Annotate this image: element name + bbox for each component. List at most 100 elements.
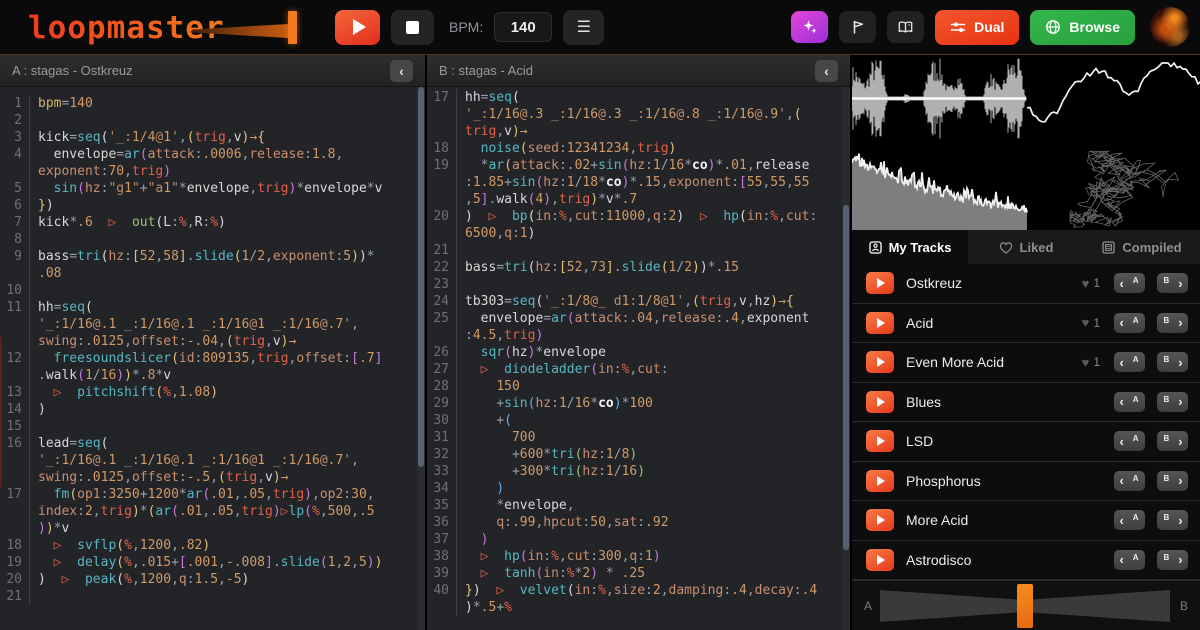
load-deck-b-button[interactable]: B›	[1157, 550, 1188, 570]
track-row[interactable]: Astrodisco‹AB›	[852, 541, 1200, 581]
play-icon	[877, 397, 885, 407]
load-deck-a-button[interactable]: ‹A	[1114, 510, 1145, 530]
track-row[interactable]: More Acid‹AB›	[852, 501, 1200, 541]
code-text: kick*.6 ▷ out(L:%,R:%)	[30, 214, 226, 231]
track-row[interactable]: LSD‹AB›	[852, 422, 1200, 462]
code-line: 39 ▷ tanh(in:%*2) * .25	[427, 565, 850, 582]
load-deck-a-button[interactable]: ‹A	[1114, 431, 1145, 451]
deck-b-collapse-button[interactable]: ‹	[815, 60, 838, 82]
code-text: .walk(1/16))*.8*v	[30, 367, 171, 384]
autoplay-flag-button[interactable]	[839, 11, 876, 43]
deck-a-scrollbar	[417, 87, 425, 630]
track-row[interactable]: Acid♥1‹AB›	[852, 304, 1200, 344]
load-deck-a-button[interactable]: ‹A	[1114, 273, 1145, 293]
code-text: ,5].walk(4),trig)*v*.7	[457, 191, 637, 208]
code-line: 4 envelope=ar(attack:.0006,release:1.8,	[0, 146, 425, 163]
code-line: 11hh=seq(	[0, 299, 425, 316]
code-text: ▷ tanh(in:%*2) * .25	[457, 565, 645, 582]
line-number: 1	[0, 95, 30, 112]
topbar-right-cluster: Dual Browse	[791, 7, 1200, 47]
play-button[interactable]	[335, 10, 380, 45]
tab-my-tracks[interactable]: My Tracks	[852, 230, 968, 264]
deck-b-scroll-thumb[interactable]	[843, 205, 849, 550]
deck-a-title: A : stagas - Ostkreuz	[12, 63, 133, 78]
logo-playhead-bar	[288, 11, 297, 44]
code-line: 40}) ▷ velvet(in:%,size:2,damping:.4,dec…	[427, 582, 850, 599]
track-name: Acid	[906, 315, 1070, 331]
track-row[interactable]: Phosphorus ‹A B›	[852, 462, 1200, 502]
deck-a-editor[interactable]: 1bpm=14023kick=seq('_:1/4@1',(trig,v)→{4…	[0, 87, 425, 630]
code-text: envelope=ar(attack:.0006,release:1.8,	[30, 146, 343, 163]
line-number	[0, 316, 30, 333]
code-line: 18 noise(seed:12341234,trig)	[427, 140, 850, 157]
docs-button[interactable]	[887, 11, 924, 43]
line-number	[427, 327, 457, 344]
track-row[interactable]: Blues‹AB›	[852, 383, 1200, 423]
stop-button[interactable]	[391, 10, 434, 45]
deck-a-scroll-thumb[interactable]	[418, 87, 424, 467]
code-line: )*.5+%	[427, 599, 850, 616]
code-text: kick=seq('_:1/4@1',(trig,v)→{	[30, 129, 265, 146]
load-deck-a-button[interactable]: ‹A	[1114, 352, 1145, 372]
load-deck-a-button[interactable]: ‹A	[1114, 471, 1145, 491]
play-icon	[877, 278, 885, 288]
track-play-button[interactable]	[866, 351, 894, 373]
code-text: *envelope,	[457, 497, 575, 514]
load-deck-a-button[interactable]: ‹A	[1114, 313, 1145, 333]
code-text	[457, 242, 465, 259]
code-text: bass=tri(hz:[52,73].slide(1/2))*.15	[457, 259, 739, 276]
line-number: 21	[427, 242, 457, 259]
code-line: ,5].walk(4),trig)*v*.7	[427, 191, 850, 208]
load-deck-b-button[interactable]: B›	[1157, 273, 1188, 293]
user-avatar[interactable]	[1150, 7, 1190, 47]
ai-sparkle-button[interactable]	[791, 11, 828, 43]
track-play-button[interactable]	[866, 549, 894, 571]
load-deck-b-button[interactable]: B›	[1157, 431, 1188, 451]
track-name: Phosphorus	[906, 473, 1102, 489]
tab-liked[interactable]: Liked	[968, 230, 1084, 264]
code-text: ) ▷ peak(%,1200,q:1.5,-5)	[30, 571, 249, 588]
menu-button[interactable]: ☰	[563, 10, 604, 45]
dual-mode-button[interactable]: Dual	[935, 10, 1019, 45]
track-row[interactable]: Even More Acid♥1‹AB›	[852, 343, 1200, 383]
code-line: '_:1/16@.3 _:1/16@.3 _:1/16@.8 _:1/16@.9…	[427, 106, 850, 123]
line-number: 37	[427, 531, 457, 548]
load-deck-b-button[interactable]: B›	[1157, 352, 1188, 372]
line-number	[427, 599, 457, 616]
line-number: 5	[0, 180, 30, 197]
code-text	[30, 588, 38, 605]
bpm-input[interactable]	[494, 12, 552, 42]
load-deck-b-button[interactable]: B›	[1157, 510, 1188, 530]
track-play-button[interactable]	[866, 391, 894, 413]
code-line: 21	[0, 588, 425, 605]
line-number: 24	[427, 293, 457, 310]
track-row[interactable]: Ostkreuz♥1‹AB›	[852, 264, 1200, 304]
line-number: 6	[0, 197, 30, 214]
browse-button[interactable]: Browse	[1030, 10, 1135, 45]
line-number	[427, 225, 457, 242]
load-deck-a-button[interactable]: ‹A	[1114, 392, 1145, 412]
track-play-button[interactable]	[866, 470, 894, 492]
track-play-button[interactable]	[866, 430, 894, 452]
code-text: :4.5,trig)	[457, 327, 543, 344]
play-icon	[877, 515, 885, 525]
code-text: exponent:70,trig)	[30, 163, 171, 180]
track-play-button[interactable]	[866, 312, 894, 334]
tab-compiled[interactable]: Compiled	[1084, 230, 1200, 264]
line-number: 26	[427, 344, 457, 361]
deck-a-collapse-button[interactable]: ‹	[390, 60, 413, 82]
line-number: 20	[427, 208, 457, 225]
like-count: 1	[1093, 355, 1100, 369]
code-text	[30, 231, 38, 248]
load-deck-b-button[interactable]: B›	[1157, 313, 1188, 333]
track-play-button[interactable]	[866, 509, 894, 531]
load-deck-a-button[interactable]: ‹A	[1114, 550, 1145, 570]
load-deck-b-button[interactable]: B›	[1157, 392, 1188, 412]
line-number: 32	[427, 446, 457, 463]
crossfader-handle[interactable]	[1017, 584, 1033, 628]
deck-b-editor[interactable]: 17hh=seq('_:1/16@.3 _:1/16@.3 _:1/16@.8 …	[427, 87, 850, 630]
track-play-button[interactable]	[866, 272, 894, 294]
load-deck-b-button[interactable]: B›	[1157, 471, 1188, 491]
line-number: 18	[427, 140, 457, 157]
like-count: 1	[1093, 276, 1100, 290]
